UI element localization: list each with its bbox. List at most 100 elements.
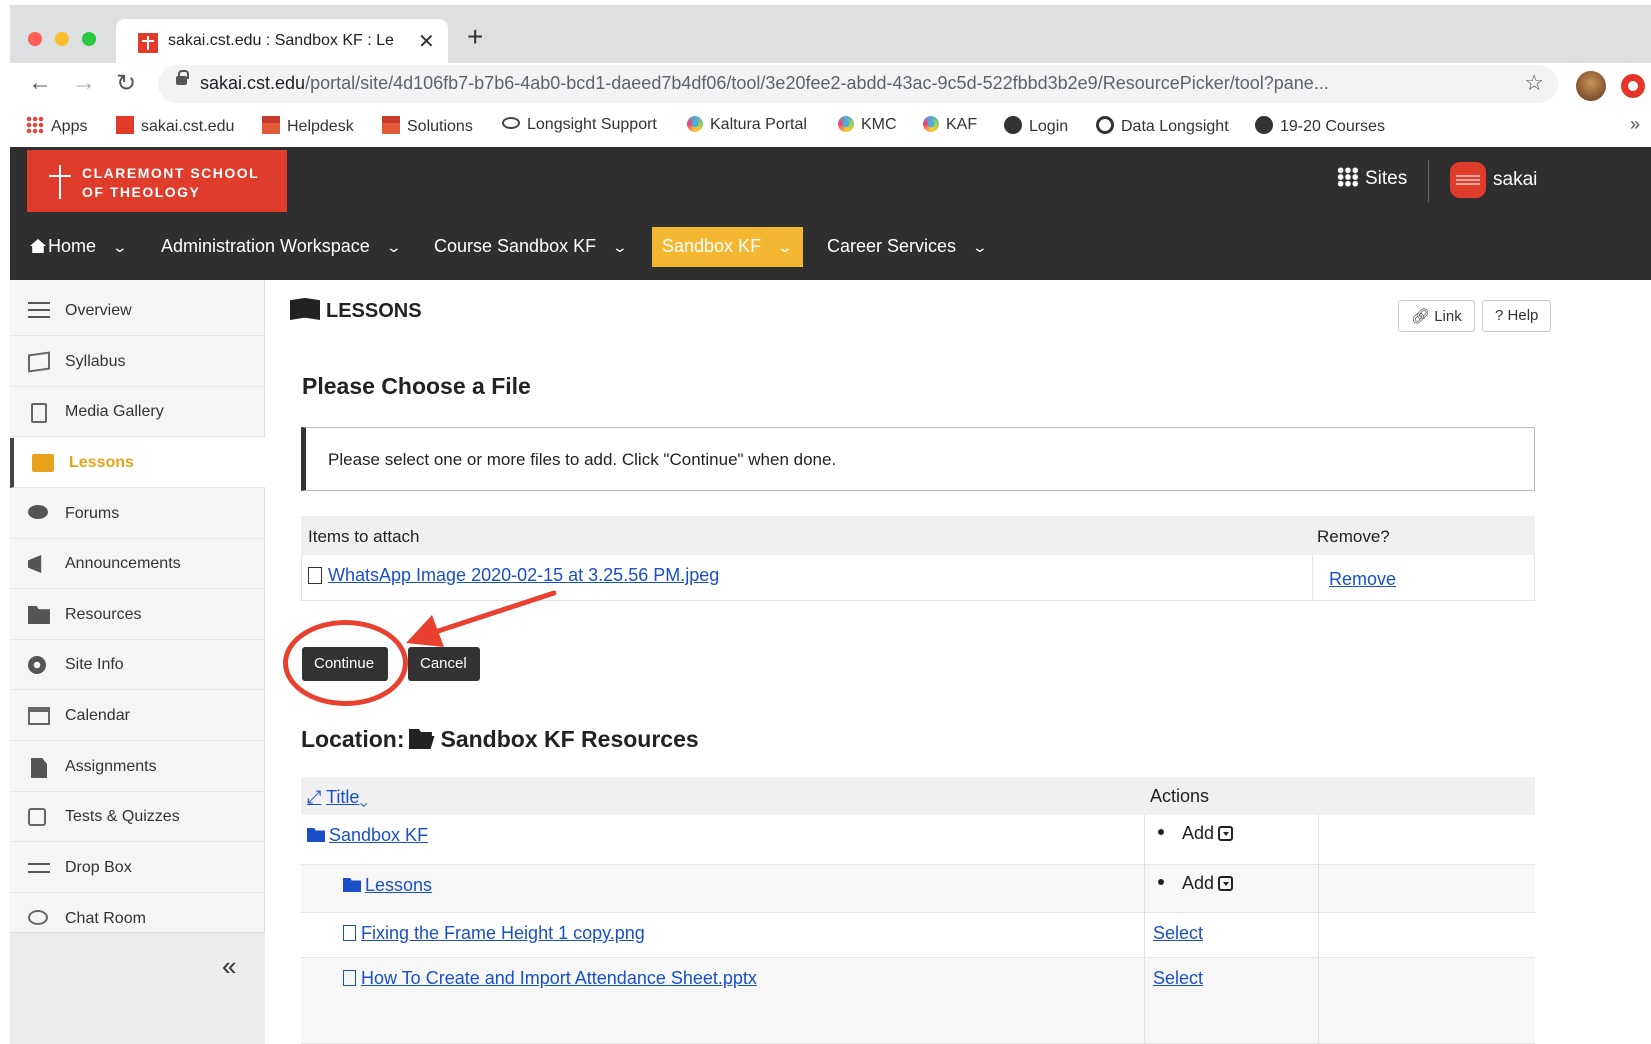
sidebar-item-label: Drop Box (65, 859, 132, 876)
caret-down-icon (1218, 826, 1234, 841)
bookmark-kaf[interactable]: KAF (923, 116, 977, 134)
cst-logo[interactable]: CLAREMONT SCHOOL OF THEOLOGY (27, 150, 287, 212)
bookmarks-overflow-icon[interactable]: » (1630, 114, 1640, 135)
chevron-down-icon[interactable]: ⌄ (777, 239, 793, 256)
add-dropdown[interactable]: Add (1158, 873, 1234, 894)
bookmark-kmc[interactable]: KMC (838, 116, 897, 134)
sakai-header: CLAREMONT SCHOOL OF THEOLOGY Sites sakai… (10, 147, 1651, 280)
powerpoint-file-icon (343, 970, 356, 986)
logo-text: CLAREMONT SCHOOL OF THEOLOGY (82, 165, 260, 200)
globe-icon (1255, 116, 1273, 134)
url-text[interactable]: sakai.cst.edu/portal/site/4d106fb7-b7b6-… (200, 73, 1490, 94)
sidebar-item-overview[interactable]: Overview (10, 286, 265, 336)
bookmark-kaltura-portal[interactable]: Kaltura Portal (687, 116, 807, 134)
eye-icon (502, 117, 520, 129)
address-bar[interactable]: sakai.cst.edu/portal/site/4d106fb7-b7b6-… (158, 65, 1558, 103)
remove-link[interactable]: Remove (1329, 569, 1396, 590)
chevron-down-icon[interactable]: ⌄ (385, 239, 401, 256)
title-sort-link[interactable]: Title (326, 787, 359, 807)
minimize-window-button[interactable] (55, 32, 69, 46)
megaphone-icon (28, 555, 42, 573)
bookmark-apps[interactable]: Apps (26, 116, 87, 136)
site-tab-course-sandbox-kf[interactable]: Course Sandbox KF ⌄ (434, 227, 628, 267)
sidebar-item-tests-quizzes[interactable]: Tests & Quizzes (10, 792, 265, 842)
collapse-sidebar-icon[interactable]: « (222, 951, 236, 982)
column-header-actions: Actions (1150, 786, 1210, 806)
sidebar-item-label: Chat Room (65, 910, 146, 927)
url-path: /portal/site/4d106fb7-b7b6-4ab0-bcd1-dae… (305, 73, 1329, 93)
sidebar-item-calendar[interactable]: Calendar (10, 691, 265, 741)
sites-button[interactable]: Sites (1337, 167, 1407, 190)
help-button[interactable]: ? Help (1482, 300, 1552, 332)
folder-icon (343, 878, 361, 892)
folder-icon (28, 606, 50, 624)
expand-icon: ⤢ (307, 787, 322, 807)
close-tab-icon[interactable]: ✕ (418, 29, 435, 54)
resource-link[interactable]: Lessons (365, 875, 432, 895)
maximize-window-button[interactable] (82, 32, 96, 46)
sidebar-item-syllabus[interactable]: Syllabus (10, 337, 265, 387)
link-button[interactable]: 🔗︎ Link (1398, 300, 1475, 332)
forward-icon[interactable]: → (72, 69, 96, 97)
bullet (1158, 879, 1164, 885)
resource-link[interactable]: How To Create and Import Attendance Shee… (361, 968, 757, 988)
link-icon: 🔗︎ (1411, 308, 1431, 325)
chevron-down-icon: ⌄ (359, 787, 368, 807)
bookmark-star-icon[interactable]: ☆ (1524, 70, 1544, 96)
list-icon (28, 302, 50, 318)
sakai-favicon-icon (116, 116, 134, 134)
caret-down-icon (1218, 876, 1234, 891)
profile-avatar[interactable] (1576, 71, 1606, 101)
bookmark-longsight-support[interactable]: Longsight Support (502, 116, 657, 134)
site-tab-sandbox-kf[interactable]: Sandbox KF ⌄ (652, 227, 803, 267)
bookmark-login[interactable]: Login (1004, 116, 1068, 136)
back-icon[interactable]: ← (28, 69, 52, 97)
user-name[interactable]: sakai (1493, 169, 1537, 191)
chevron-down-icon[interactable]: ⌄ (972, 239, 988, 256)
attached-file: WhatsApp Image 2020-02-15 at 3.25.56 PM.… (308, 565, 719, 586)
sidebar-item-label: Overview (65, 302, 132, 319)
bookmark-data-longsight[interactable]: Data Longsight (1096, 116, 1229, 136)
cross-icon-bar (49, 175, 71, 177)
site-tab-administration-workspace[interactable]: Administration Workspace ⌄ (161, 227, 402, 267)
bookmark-19-20-courses[interactable]: 19-20 Courses (1255, 116, 1385, 136)
resource-link[interactable]: Fixing the Frame Height 1 copy.png (361, 923, 645, 943)
site-tab-home[interactable]: Home ⌄ (30, 227, 128, 267)
chevron-down-icon[interactable]: ⌄ (612, 239, 628, 256)
sidebar-item-drop-box[interactable]: Drop Box (10, 843, 265, 893)
sidebar-item-lessons[interactable]: Lessons (10, 438, 265, 488)
close-window-button[interactable] (28, 32, 42, 46)
book-open-icon (290, 298, 320, 320)
instruction-box: Please select one or more files to add. … (301, 427, 1535, 491)
browser-tab[interactable]: sakai.cst.edu : Sandbox KF : Lessons ✕ (116, 19, 448, 63)
column-divider (1318, 815, 1319, 1044)
site-tab-career-services[interactable]: Career Services ⌄ (827, 227, 988, 267)
sidebar-item-forums[interactable]: Forums (10, 489, 265, 539)
image-file-icon (343, 925, 356, 941)
attached-file-link[interactable]: WhatsApp Image 2020-02-15 at 3.25.56 PM.… (328, 565, 719, 585)
user-avatar[interactable] (1450, 162, 1486, 198)
sidebar-item-site-info[interactable]: Site Info (10, 640, 265, 690)
new-tab-button[interactable]: + (467, 21, 483, 53)
title-sort-header[interactable]: ⤢ Title⌄ (307, 787, 368, 808)
select-link[interactable]: Select (1153, 968, 1203, 989)
extension-icon[interactable] (1621, 74, 1645, 98)
resource-link[interactable]: Sandbox KF (329, 825, 428, 845)
table-row: Sandbox KF Add (301, 815, 1535, 865)
select-link[interactable]: Select (1153, 923, 1203, 944)
sidebar-item-resources[interactable]: Resources (10, 590, 265, 640)
resources-header: ⤢ Title⌄ Actions (301, 777, 1535, 815)
sidebar-item-label: Forums (65, 505, 120, 522)
chevron-down-icon[interactable]: ⌄ (112, 239, 128, 256)
question-icon: ? (1495, 307, 1504, 324)
sidebar-item-label: Site Info (65, 656, 124, 673)
bookmark-helpdesk[interactable]: Helpdesk (262, 116, 354, 136)
bookmark-solutions[interactable]: Solutions (382, 116, 473, 136)
sidebar-item-media-gallery[interactable]: Media Gallery (10, 387, 265, 437)
sidebar-item-announcements[interactable]: Announcements (10, 539, 265, 589)
reload-icon[interactable]: ↻ (116, 69, 136, 98)
file-icon (31, 758, 47, 778)
add-dropdown[interactable]: Add (1158, 823, 1234, 844)
bookmark-sakai[interactable]: sakai.cst.edu (116, 116, 234, 136)
sidebar-item-assignments[interactable]: Assignments (10, 742, 265, 792)
